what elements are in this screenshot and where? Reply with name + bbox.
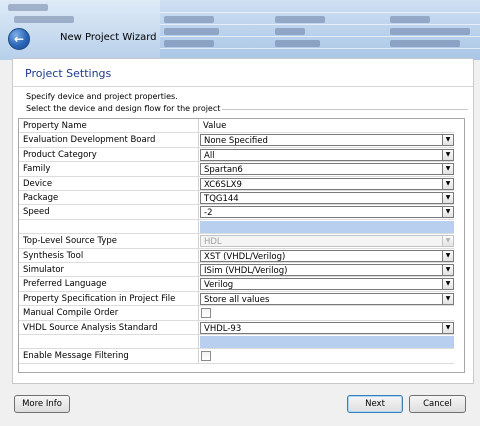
chevron-down-icon[interactable]: ▼ [442, 163, 454, 176]
property-name: Simulator [19, 263, 199, 277]
property-value-text: TQG144 [204, 194, 239, 204]
next-button[interactable]: Next [347, 395, 403, 413]
back-button[interactable]: ← [8, 28, 30, 50]
table-row[interactable]: Property Specification in Project File St… [19, 291, 464, 307]
title-divider [13, 86, 473, 87]
property-value-dropdown[interactable]: XC6SLX9 ▼ [200, 177, 454, 190]
table-row[interactable]: Family Spartan6 ▼ [19, 162, 464, 177]
property-value-dropdown[interactable]: Verilog ▼ [200, 278, 454, 291]
property-value-dropdown[interactable]: None Specified ▼ [200, 134, 454, 147]
property-checkbox[interactable] [201, 308, 211, 319]
property-value-text: Store all values [204, 294, 270, 305]
property-value-dropdown[interactable]: XST (VHDL/Verilog) ▼ [200, 249, 454, 262]
property-name: Package [19, 191, 199, 205]
chevron-down-icon[interactable]: ▼ [442, 321, 454, 334]
chevron-down-icon[interactable]: ▼ [442, 134, 454, 147]
back-arrow-icon: ← [13, 32, 25, 46]
table-scrollbar[interactable] [454, 119, 464, 372]
property-value-text: HDL [204, 237, 222, 248]
property-name: Manual Compile Order [19, 306, 199, 320]
chevron-down-icon[interactable]: ▼ [442, 206, 454, 219]
property-value-text: None Specified [204, 136, 268, 147]
property-value-dropdown[interactable]: ISim (VHDL/Verilog) ▼ [200, 264, 454, 276]
page-title: Project Settings [25, 67, 112, 80]
property-value-text: -2 [204, 208, 213, 219]
table-row[interactable]: Simulator ISim (VHDL/Verilog) ▼ [19, 263, 464, 278]
property-value-text: XST (VHDL/Verilog) [204, 251, 286, 262]
property-value-dropdown[interactable]: VHDL-93 ▼ [200, 321, 454, 334]
property-name: Top-Level Source Type [19, 234, 199, 248]
property-value-dropdown[interactable]: Store all values ▼ [200, 292, 454, 305]
property-value-text: VHDL-93 [204, 323, 242, 334]
chevron-down-icon[interactable]: ▼ [442, 177, 454, 190]
chevron-down-icon: ▼ [442, 235, 454, 248]
property-name: Device [19, 176, 199, 190]
property-value-dropdown: HDL ▼ [200, 235, 454, 248]
table-row[interactable]: Synthesis Tool XST (VHDL/Verilog) ▼ [19, 248, 464, 263]
property-value-text: Verilog [204, 280, 234, 291]
property-name: Enable Message Filtering [19, 349, 199, 363]
table-row[interactable]: Speed -2 ▼ [19, 205, 464, 220]
table-header: Property Name Value [19, 119, 464, 134]
table-row[interactable]: Preferred Language Verilog ▼ [19, 277, 464, 292]
blank-value-cell [200, 336, 454, 348]
header-property-name: Property Name [19, 119, 199, 133]
property-name: Product Category [19, 147, 199, 162]
group-label: Select the device and design flow for th… [26, 104, 224, 113]
property-table: Property Name Value Evaluation Developme… [18, 118, 465, 373]
property-name: Family [19, 162, 199, 176]
property-value-dropdown[interactable]: TQG144 ▼ [200, 192, 454, 204]
property-checkbox[interactable] [201, 351, 211, 362]
table-row[interactable]: Manual Compile Order [19, 306, 464, 321]
chevron-down-icon[interactable]: ▼ [442, 292, 454, 305]
property-name: Speed [19, 205, 199, 219]
table-row[interactable]: Product Category All ▼ [19, 147, 464, 163]
property-value-text: XC6SLX9 [204, 179, 242, 190]
more-info-button[interactable]: More Info [14, 395, 70, 413]
table-row[interactable]: Evaluation Development Board None Specifi… [19, 133, 464, 148]
property-name: Property Specification in Project File [19, 291, 199, 306]
table-row[interactable]: Top-Level Source Type HDL ▼ [19, 234, 464, 249]
table-row[interactable] [19, 219, 464, 235]
property-name: VHDL Source Analysis Standard [19, 320, 199, 334]
chevron-down-icon[interactable]: ▼ [442, 264, 454, 276]
page-description: Specify device and project properties. [26, 92, 178, 101]
property-value-text: Spartan6 [204, 165, 243, 176]
property-name: Evaluation Development Board [19, 133, 199, 147]
header-value: Value [203, 121, 227, 131]
property-name: Preferred Language [19, 277, 199, 291]
group-divider [222, 109, 468, 110]
property-value-text: All [204, 150, 215, 161]
table-row[interactable]: VHDL Source Analysis Standard VHDL-93 ▼ [19, 320, 464, 335]
property-value-dropdown[interactable]: -2 ▼ [200, 206, 454, 219]
property-name: Synthesis Tool [19, 248, 199, 262]
cancel-button[interactable]: Cancel [409, 395, 466, 413]
table-row[interactable]: Package TQG144 ▼ [19, 191, 464, 206]
table-row[interactable]: Device XC6SLX9 ▼ [19, 176, 464, 191]
chevron-down-icon[interactable]: ▼ [442, 192, 454, 204]
wizard-title: New Project Wizard [60, 32, 157, 43]
table-row[interactable] [19, 335, 464, 350]
property-value-dropdown[interactable]: Spartan6 ▼ [200, 163, 454, 176]
property-value-dropdown[interactable]: All ▼ [200, 148, 454, 161]
property-value-text: ISim (VHDL/Verilog) [204, 266, 288, 276]
property-name [19, 335, 199, 349]
chevron-down-icon[interactable]: ▼ [442, 278, 454, 291]
property-name [19, 219, 199, 234]
chevron-down-icon[interactable]: ▼ [442, 249, 454, 262]
table-row[interactable]: Enable Message Filtering [19, 349, 464, 364]
blank-value-cell [200, 220, 454, 233]
wizard-title-bar: ← New Project Wizard [0, 24, 480, 58]
chevron-down-icon[interactable]: ▼ [442, 148, 454, 161]
